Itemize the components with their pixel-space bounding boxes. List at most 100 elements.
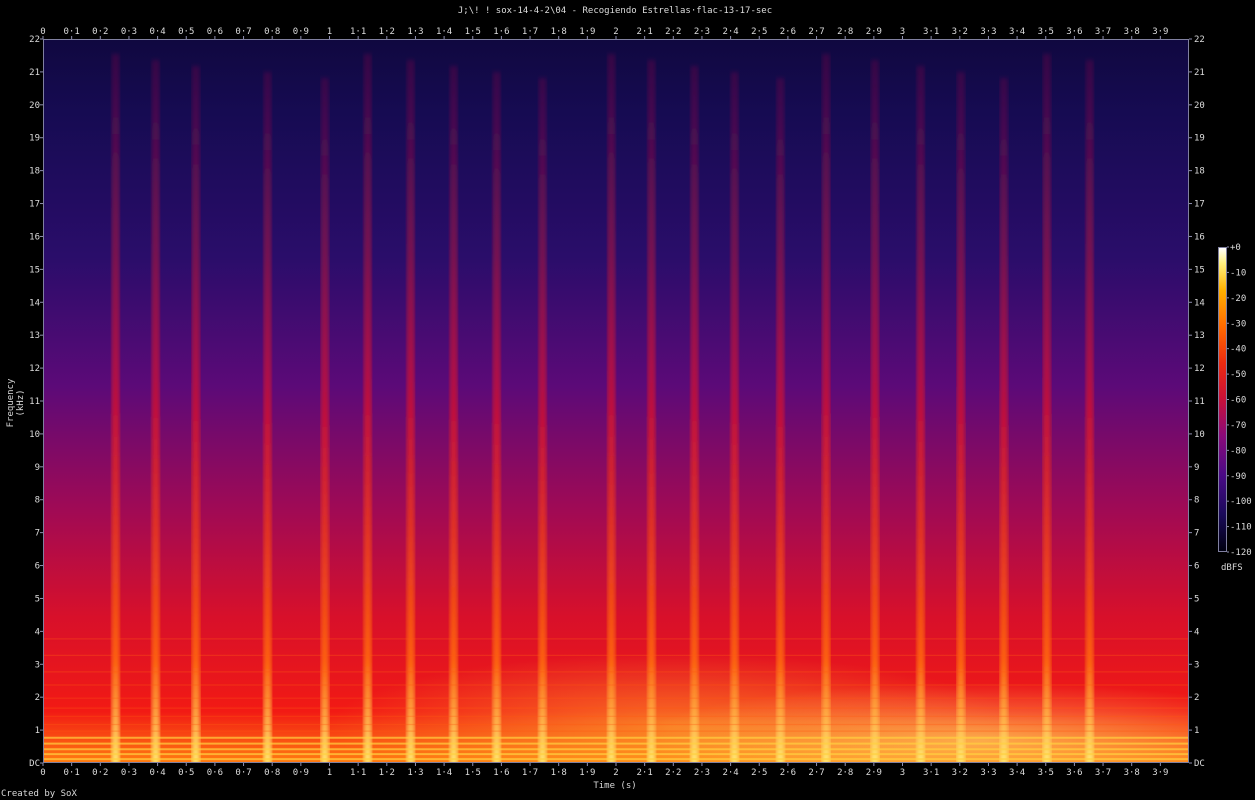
- x-tick-label-top: 2·3: [694, 27, 710, 37]
- x-tick-label-bottom: 3·7: [1095, 768, 1111, 778]
- y-tick-label-left: 1: [35, 726, 40, 736]
- x-tick-label-bottom: 0·9: [293, 768, 309, 778]
- y-tick-label-right: 12: [1194, 364, 1205, 374]
- colorbar-tick-label: -90: [1230, 472, 1246, 482]
- x-tick-label-bottom: 3·9: [1152, 768, 1168, 778]
- y-tick-label-right: 10: [1194, 430, 1205, 440]
- x-tick-label-bottom: 0·4: [149, 768, 165, 778]
- x-tick-label-top: 0·8: [264, 27, 280, 37]
- y-tick-label-right: 22: [1194, 35, 1205, 45]
- x-tick-label-top: 0·9: [293, 27, 309, 37]
- y-tick-label-left: 3: [35, 660, 40, 670]
- x-tick-label-top: 2·5: [751, 27, 767, 37]
- colorbar: [1218, 247, 1227, 552]
- colorbar-tick-label: -120: [1230, 548, 1252, 558]
- y-tick-label-right: 16: [1194, 232, 1205, 242]
- x-tick-label-top: 3·3: [980, 27, 996, 37]
- x-tick-label-top: 0·3: [121, 27, 137, 37]
- y-tick-label-left: 19: [29, 134, 40, 144]
- colorbar-unit-label: dBFS: [1221, 563, 1243, 573]
- x-tick-label-bottom: 2·8: [837, 768, 853, 778]
- y-tick-label-right: 7: [1194, 529, 1199, 539]
- colorbar-tick-label: -110: [1230, 523, 1252, 533]
- y-axis-label: Frequency (kHz): [6, 378, 26, 428]
- y-tick-label-right: 3: [1194, 660, 1199, 670]
- x-tick-label-top: 3·8: [1124, 27, 1140, 37]
- colorbar-tick-label: -30: [1230, 319, 1246, 329]
- x-tick-label-bottom: 0: [40, 768, 45, 778]
- x-tick-label-top: 1: [327, 27, 332, 37]
- x-tick-label-bottom: 0·8: [264, 768, 280, 778]
- x-tick-label-top: 1·4: [436, 27, 452, 37]
- x-tick-label-bottom: 1·6: [493, 768, 509, 778]
- y-tick-label-right: 4: [1194, 627, 1199, 637]
- x-tick-label-bottom: 1·7: [522, 768, 538, 778]
- y-tick-label-left: 12: [29, 364, 40, 374]
- y-tick-label-left: 11: [29, 397, 40, 407]
- colorbar-tick-label: -80: [1230, 446, 1246, 456]
- colorbar-tick-label: -20: [1230, 294, 1246, 304]
- y-tick-label-left: 14: [29, 298, 40, 308]
- x-tick-label-bottom: 1: [327, 768, 332, 778]
- x-tick-label-top: 1·1: [350, 27, 366, 37]
- x-tick-label-top: 1·3: [407, 27, 423, 37]
- x-tick-label-bottom: 1·5: [465, 768, 481, 778]
- x-tick-label-bottom: 2·7: [808, 768, 824, 778]
- x-tick-label-top: 0·7: [235, 27, 251, 37]
- x-tick-label-top: 0: [40, 27, 45, 37]
- y-tick-label-left: 2: [35, 693, 40, 703]
- x-tick-label-bottom: 3·4: [1009, 768, 1025, 778]
- y-tick-label-left: 18: [29, 167, 40, 177]
- y-tick-label-left: 8: [35, 496, 40, 506]
- x-tick-label-bottom: 3: [900, 768, 905, 778]
- y-tick-label-right: 8: [1194, 496, 1199, 506]
- x-tick-label-bottom: 3·2: [952, 768, 968, 778]
- x-tick-label-top: 2·7: [808, 27, 824, 37]
- x-tick-label-top: 3·4: [1009, 27, 1025, 37]
- x-tick-label-top: 2·4: [722, 27, 738, 37]
- x-tick-label-bottom: 0·6: [207, 768, 223, 778]
- x-tick-label-bottom: 3·3: [980, 768, 996, 778]
- x-tick-label-top: 3·9: [1152, 27, 1168, 37]
- x-tick-label-bottom: 2·4: [722, 768, 738, 778]
- y-tick-label-right: 13: [1194, 331, 1205, 341]
- x-tick-label-bottom: 3·5: [1038, 768, 1054, 778]
- x-tick-label-bottom: 3·1: [923, 768, 939, 778]
- x-tick-label-bottom: 2·9: [866, 768, 882, 778]
- colorbar-tick-label: -50: [1230, 370, 1246, 380]
- x-axis-label: Time (s): [593, 781, 637, 791]
- y-tick-label-left: 17: [29, 200, 40, 210]
- y-tick-label-left: 16: [29, 232, 40, 242]
- x-tick-label-top: 2·6: [780, 27, 796, 37]
- x-tick-label-bottom: 1·8: [551, 768, 567, 778]
- x-tick-label-top: 3·6: [1066, 27, 1082, 37]
- colorbar-tick-label: -100: [1230, 497, 1252, 507]
- colorbar-tick-label: -70: [1230, 421, 1246, 431]
- x-tick-label-top: 3: [900, 27, 905, 37]
- x-tick-label-top: 1·7: [522, 27, 538, 37]
- y-tick-label-right: 19: [1194, 134, 1205, 144]
- x-tick-label-top: 1·6: [493, 27, 509, 37]
- y-tick-label-right: 18: [1194, 167, 1205, 177]
- colorbar-tick-label: -10: [1230, 268, 1246, 278]
- y-tick-label-right: 2: [1194, 693, 1199, 703]
- y-tick-label-left: 10: [29, 430, 40, 440]
- x-tick-label-bottom: 0·7: [235, 768, 251, 778]
- x-tick-label-bottom: 2·3: [694, 768, 710, 778]
- x-tick-label-top: 1·5: [465, 27, 481, 37]
- y-tick-label-left: 6: [35, 562, 40, 572]
- x-tick-label-top: 1·9: [579, 27, 595, 37]
- y-tick-label-right: 11: [1194, 397, 1205, 407]
- y-tick-label-right: 14: [1194, 298, 1205, 308]
- x-tick-label-bottom: 3·8: [1124, 768, 1140, 778]
- x-tick-label-top: 2·2: [665, 27, 681, 37]
- x-tick-label-bottom: 1·2: [379, 768, 395, 778]
- x-tick-label-bottom: 2·2: [665, 768, 681, 778]
- y-tick-label-right: 1: [1194, 726, 1199, 736]
- y-tick-label-left: 7: [35, 529, 40, 539]
- y-tick-label-right: 21: [1194, 68, 1205, 78]
- y-tick-label-right: 20: [1194, 101, 1205, 111]
- y-tick-label-right: 6: [1194, 562, 1199, 572]
- x-tick-label-top: 1·2: [379, 27, 395, 37]
- x-tick-label-bottom: 0·5: [178, 768, 194, 778]
